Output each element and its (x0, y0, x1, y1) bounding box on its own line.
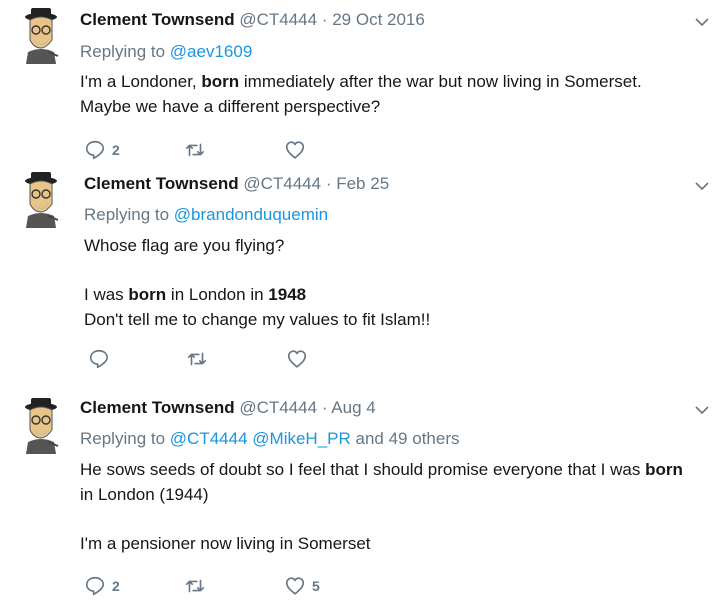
tweet-header: Clement Townsend @CT4444 · Feb 25 (84, 174, 389, 194)
bold-text: born (645, 460, 683, 479)
tweet-text: Whose flag are you flying? I was born in… (84, 234, 714, 332)
text-line: I'm a pensioner now living in Somerset (80, 533, 371, 553)
tweet-date[interactable]: Feb 25 (336, 174, 389, 193)
bold-text: born (128, 285, 167, 304)
like-button[interactable] (284, 138, 312, 162)
chevron-down-icon[interactable] (695, 405, 709, 415)
retweet-button[interactable] (184, 138, 212, 162)
text-line: I was born in London in 1948 (84, 285, 307, 304)
tweet-header: Clement Townsend @CT4444 · Aug 4 (80, 398, 376, 418)
replying-prefix: Replying to (84, 205, 170, 224)
reply-count: 2 (112, 142, 120, 158)
reply-mention-link[interactable]: @CT4444 (170, 429, 248, 448)
reply-icon (89, 349, 109, 369)
replying-to: Replying to @CT4444 @MikeH_PR and 49 oth… (80, 429, 459, 449)
reply-button[interactable] (88, 347, 116, 371)
text-line: I'm a Londoner, born immediately after t… (80, 72, 642, 91)
like-button[interactable]: 5 (284, 574, 320, 598)
text-line: He sows seeds of doubt so I feel that I … (80, 460, 683, 479)
chevron-down-icon[interactable] (695, 17, 709, 27)
dot-separator: · (321, 10, 328, 29)
dot-separator: · (325, 174, 332, 193)
heart-icon (285, 141, 305, 159)
author-name[interactable]: Clement Townsend (80, 10, 235, 29)
retweet-icon (185, 579, 205, 593)
tweet-date[interactable]: Aug 4 (331, 398, 375, 417)
avatar-icon[interactable] (18, 398, 64, 454)
avatar-icon[interactable] (18, 8, 64, 64)
reply-button[interactable]: 2 (84, 138, 120, 162)
text-line (84, 259, 714, 284)
replying-prefix: Replying to (80, 429, 166, 448)
retweet-button[interactable] (184, 574, 212, 598)
author-handle[interactable]: @CT4444 (243, 174, 321, 193)
text-line: Whose flag are you flying? (84, 236, 285, 255)
tweet-text: I'm a Londoner, born immediately after t… (80, 70, 710, 119)
tweet-date[interactable]: 29 Oct 2016 (332, 10, 425, 29)
reply-button[interactable]: 2 (84, 574, 120, 598)
replying-to: Replying to @brandonduquemin (84, 205, 328, 225)
like-button[interactable] (286, 347, 314, 371)
reply-mention-link[interactable]: @MikeH_PR (252, 429, 351, 448)
reply-mention-link[interactable]: @brandonduquemin (174, 205, 328, 224)
text-line: Don't tell me to change my values to fit… (84, 309, 431, 329)
retweet-button[interactable] (186, 347, 214, 371)
replying-prefix: Replying to (80, 42, 166, 61)
tweet-actions: 2 5 (80, 574, 400, 598)
reply-icon (85, 140, 105, 160)
tweet-header: Clement Townsend @CT4444 · 29 Oct 2016 (80, 10, 425, 30)
heart-icon (285, 577, 305, 595)
tweet-text: He sows seeds of doubt so I feel that I … (80, 458, 710, 556)
bold-text: 1948 (268, 285, 307, 304)
author-handle[interactable]: @CT4444 (239, 10, 317, 29)
tweet-actions: 2 (80, 138, 400, 162)
bold-text: born (201, 72, 240, 91)
text-line (80, 507, 710, 532)
replying-to: Replying to @aev1609 (80, 42, 252, 62)
author-name[interactable]: Clement Townsend (84, 174, 239, 193)
dot-separator: · (321, 398, 328, 417)
text-line: in London (1944) (80, 484, 209, 504)
reply-mention-link[interactable]: @aev1609 (170, 42, 253, 61)
heart-icon (287, 350, 307, 368)
text-line: Maybe we have a different perspective? (80, 96, 381, 116)
like-count: 5 (312, 578, 320, 594)
reply-icon (85, 576, 105, 596)
replying-suffix[interactable]: and 49 others (356, 429, 460, 448)
author-name[interactable]: Clement Townsend (80, 398, 235, 417)
reply-count: 2 (112, 578, 120, 594)
avatar-icon[interactable] (18, 172, 64, 228)
tweet-actions (84, 347, 404, 371)
author-handle[interactable]: @CT4444 (239, 398, 317, 417)
retweet-icon (187, 352, 207, 366)
chevron-down-icon[interactable] (695, 181, 709, 191)
retweet-icon (185, 143, 205, 157)
